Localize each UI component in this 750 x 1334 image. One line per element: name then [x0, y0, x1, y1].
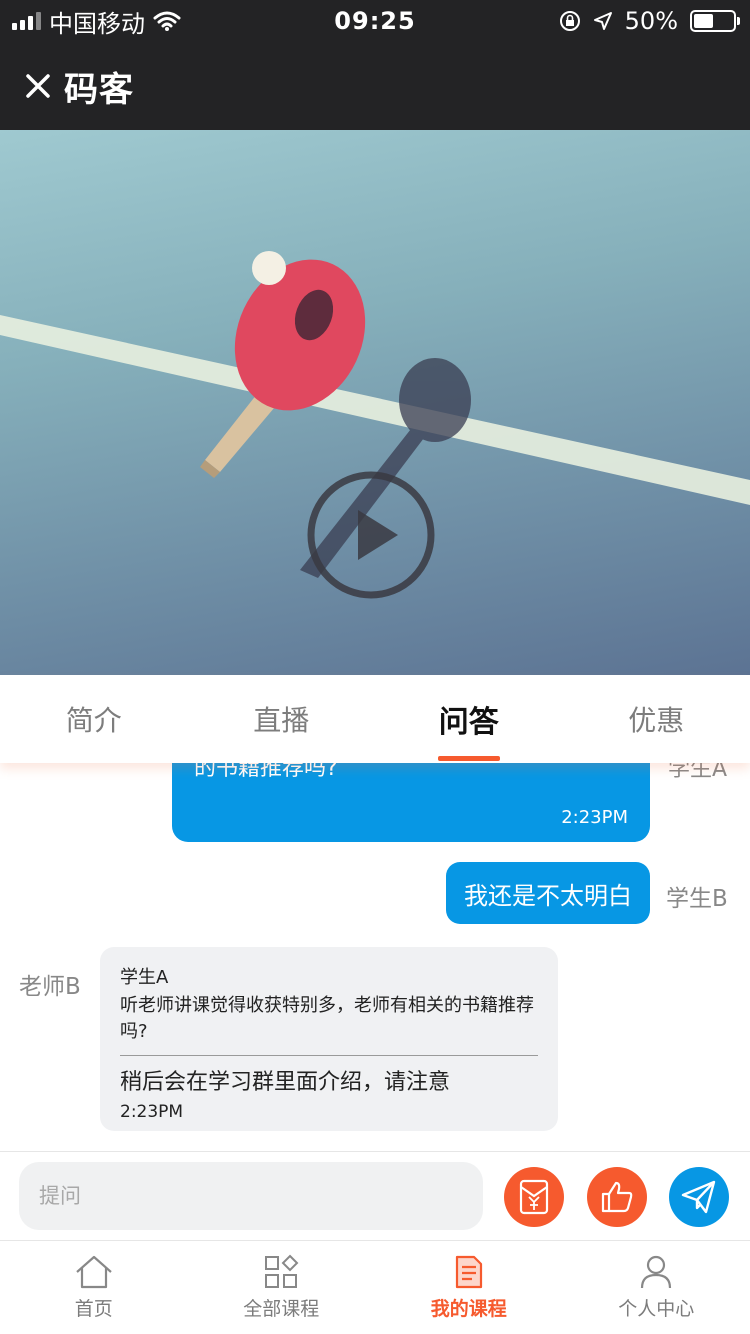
message-time: 2:23PM [561, 807, 628, 828]
tab-active-indicator [437, 756, 500, 761]
play-icon[interactable] [306, 470, 436, 600]
reward-button[interactable] [504, 1167, 564, 1227]
send-icon [681, 1180, 716, 1214]
tab-label: 优惠 [628, 704, 685, 737]
rotation-lock-icon [559, 11, 580, 31]
tab-live[interactable]: 直播 [188, 675, 376, 763]
send-button[interactable] [669, 1167, 729, 1227]
status-right: 50% [559, 6, 740, 36]
tab-label: 简介 [65, 704, 122, 737]
close-icon [26, 74, 50, 98]
message-text: 的书籍推荐吗? [194, 763, 338, 781]
my-courses-icon [455, 1255, 482, 1289]
tab-label: 直播 [253, 704, 310, 737]
nav-label: 个人中心 [618, 1298, 695, 1320]
divider [120, 1055, 538, 1056]
battery-percent: 50% [624, 7, 678, 35]
nav-label: 全部课程 [243, 1298, 320, 1320]
message-bubble: 的书籍推荐吗? 2:23PM [172, 763, 650, 842]
quoted-text: 听老师讲课觉得收获特别多，老师有相关的书籍推荐吗? [120, 995, 534, 1042]
all-courses-icon [265, 1254, 299, 1288]
nav-label: 我的课程 [430, 1298, 507, 1320]
video-player[interactable]: 分享 [0, 130, 750, 675]
tab-label: 问答 [438, 705, 499, 740]
nav-label: 首页 [74, 1298, 113, 1320]
input-bar [0, 1151, 750, 1241]
question-input[interactable] [19, 1162, 483, 1230]
sender-name: 学生B [666, 886, 728, 912]
profile-icon [641, 1255, 672, 1289]
red-envelope-icon [519, 1179, 549, 1215]
message-time: 2:23PM [120, 1102, 184, 1122]
tab-discount[interactable]: 优惠 [563, 675, 750, 763]
nav-profile[interactable]: 个人中心 [563, 1241, 750, 1334]
teacher-reply-bubble: 学生A 听老师讲课觉得收获特别多，老师有相关的书籍推荐吗? 稍后会在学习群里面介… [100, 947, 558, 1131]
nav-home[interactable]: 首页 [0, 1241, 188, 1334]
close-button[interactable] [14, 62, 62, 110]
thumbs-up-icon [601, 1181, 633, 1213]
nav-all-courses[interactable]: 全部课程 [188, 1241, 376, 1334]
bottom-nav: 首页 全部课程 我的课程 个人中心 [0, 1241, 750, 1334]
like-button[interactable] [587, 1167, 647, 1227]
quoted-sender: 学生A [120, 967, 169, 988]
battery-icon [690, 10, 740, 32]
message-bubble: 我还是不太明白 [446, 862, 650, 924]
home-icon [76, 1255, 112, 1289]
tab-qa[interactable]: 问答 [375, 675, 563, 763]
page-title: 码客 [64, 69, 134, 110]
location-icon [593, 12, 612, 30]
qa-chat-list[interactable]: 的书籍推荐吗? 2:23PM 学生A 我还是不太明白 学生B 老师B 学生A 听… [0, 763, 750, 1151]
sender-name: 学生A [668, 763, 728, 782]
reply-text: 稍后会在学习群里面介绍，请注意 [120, 1070, 451, 1095]
nav-my-courses[interactable]: 我的课程 [375, 1241, 563, 1334]
tab-intro[interactable]: 简介 [0, 675, 188, 763]
status-bar: 中国移动 09:25 50% [0, 0, 750, 42]
tab-bar: 简介 直播 问答 优惠 [0, 675, 750, 763]
title-bar: 码客 [0, 42, 750, 130]
message-text: 我还是不太明白 [464, 881, 632, 910]
sender-name: 老师B [19, 974, 81, 1000]
